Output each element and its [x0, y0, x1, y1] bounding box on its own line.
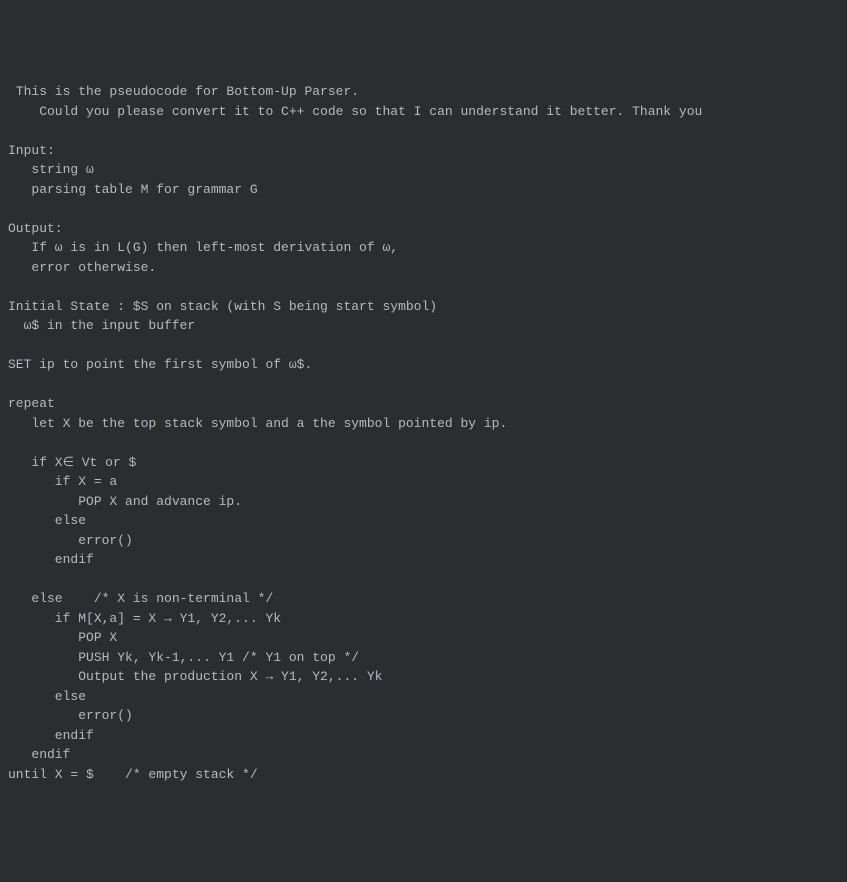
code-line: else [8, 689, 86, 704]
code-line: SET ip to point the first symbol of ω$. [8, 357, 312, 372]
code-line: error() [8, 533, 133, 548]
code-line: parsing table M for grammar G [8, 182, 258, 197]
code-line: repeat [8, 396, 55, 411]
code-line: This is the pseudocode for Bottom-Up Par… [8, 84, 359, 99]
pseudocode-block: This is the pseudocode for Bottom-Up Par… [8, 82, 839, 784]
code-line: If ω is in L(G) then left-most derivatio… [8, 240, 398, 255]
code-line: if M[X,a] = X → Y1, Y2,... Yk [8, 611, 281, 626]
code-line: endif [8, 552, 94, 567]
code-line: ω$ in the input buffer [8, 318, 195, 333]
code-line: Input: [8, 143, 55, 158]
code-line: POP X and advance ip. [8, 494, 242, 509]
code-line: string ω [8, 162, 94, 177]
code-line: Output the production X → Y1, Y2,... Yk [8, 669, 382, 684]
code-line: POP X [8, 630, 117, 645]
code-line: if X = a [8, 474, 117, 489]
code-line: PUSH Yk, Yk-1,... Y1 /* Y1 on top */ [8, 650, 359, 665]
code-line: Initial State : $S on stack (with S bein… [8, 299, 437, 314]
code-line: if X∈ Vt or $ [8, 455, 136, 470]
code-line: else /* X is non-terminal */ [8, 591, 273, 606]
code-line: else [8, 513, 86, 528]
code-line: endif [8, 728, 94, 743]
code-line: Output: [8, 221, 63, 236]
code-line: error otherwise. [8, 260, 156, 275]
code-line: until X = $ /* empty stack */ [8, 767, 258, 782]
code-line: error() [8, 708, 133, 723]
code-line: let X be the top stack symbol and a the … [8, 416, 507, 431]
code-line: Could you please convert it to C++ code … [8, 104, 702, 119]
code-line: endif [8, 747, 70, 762]
